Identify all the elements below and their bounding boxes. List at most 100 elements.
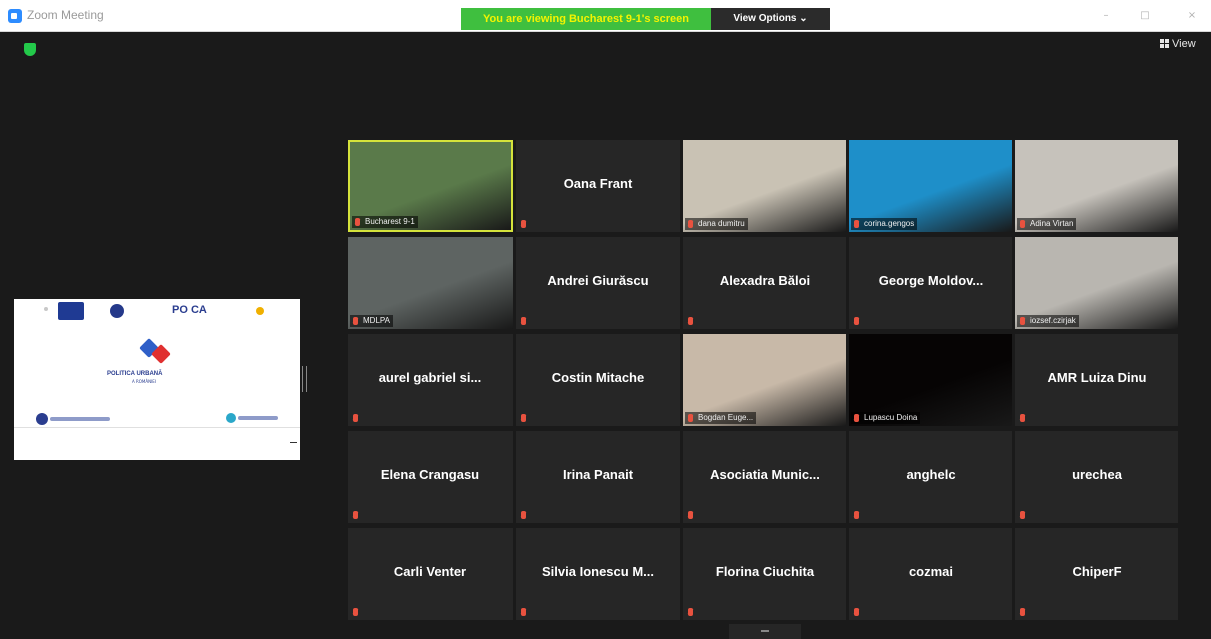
participant-name-label: corina.gengos bbox=[851, 218, 918, 230]
participant-name-text: Bogdan Euge... bbox=[698, 413, 754, 422]
participant-tile[interactable]: Adina Virtan bbox=[1015, 140, 1178, 232]
muted-mic-icon bbox=[1020, 220, 1025, 228]
participant-name-text: Lupascu Doina bbox=[864, 413, 918, 422]
muted-mic-icon bbox=[353, 511, 358, 519]
panel-drag-handle[interactable] bbox=[302, 366, 307, 392]
participant-name-text: dana dumitru bbox=[698, 219, 745, 228]
participant-tile[interactable]: corina.gengos bbox=[849, 140, 1012, 232]
participant-tile[interactable]: Alexadra Băloi bbox=[683, 237, 846, 329]
thumbnail-divider bbox=[14, 427, 300, 428]
muted-mic-icon bbox=[521, 317, 526, 325]
participant-tile[interactable]: cozmai bbox=[849, 528, 1012, 620]
participant-name: Florina Ciuchita bbox=[715, 564, 815, 579]
participant-tile[interactable]: dana dumitru bbox=[683, 140, 846, 232]
participant-name-label: Adina Virtan bbox=[1017, 218, 1077, 230]
participant-tile[interactable]: Bogdan Euge... bbox=[683, 334, 846, 426]
thumbnail-minimize-icon[interactable] bbox=[290, 442, 297, 443]
view-button-label: View bbox=[1172, 38, 1196, 50]
muted-mic-icon bbox=[1020, 511, 1025, 519]
participant-name: cozmai bbox=[908, 564, 954, 579]
participant-tile[interactable]: Elena Crangasu bbox=[348, 431, 513, 523]
participant-tile[interactable]: Lupascu Doina bbox=[849, 334, 1012, 426]
participant-name: Carli Venter bbox=[393, 564, 467, 579]
toolbar-toggle[interactable] bbox=[729, 624, 801, 639]
shared-slide-title: POLITICA URBANĂ bbox=[107, 371, 163, 377]
participant-name: ChiperF bbox=[1072, 564, 1122, 579]
participant-name-label: MDLPA bbox=[350, 315, 393, 327]
participant-name-text: iozsef.czirjak bbox=[1030, 316, 1076, 325]
muted-mic-icon bbox=[1020, 414, 1025, 422]
world-bank-text-icon bbox=[238, 416, 278, 420]
participant-name-text: Bucharest 9-1 bbox=[365, 217, 415, 226]
participant-name: Elena Crangasu bbox=[380, 467, 480, 482]
participant-tile[interactable]: Costin Mitache bbox=[516, 334, 680, 426]
muted-mic-icon bbox=[854, 511, 859, 519]
participant-name: urechea bbox=[1072, 467, 1122, 482]
participant-tile[interactable]: MDLPA bbox=[348, 237, 513, 329]
participant-name: Oana Frant bbox=[563, 176, 633, 191]
participant-tile[interactable]: George Moldov... bbox=[849, 237, 1012, 329]
muted-mic-icon bbox=[355, 218, 360, 226]
participant-name: Costin Mitache bbox=[551, 370, 645, 385]
participant-name: aurel gabriel si... bbox=[378, 370, 482, 385]
participant-tile[interactable]: iozsef.czirjak bbox=[1015, 237, 1178, 329]
participant-tile[interactable]: Irina Panait bbox=[516, 431, 680, 523]
participant-tile[interactable]: anghelc bbox=[849, 431, 1012, 523]
muted-mic-icon bbox=[521, 220, 526, 228]
maximize-icon[interactable]: □ bbox=[1139, 10, 1151, 22]
participant-name-label: dana dumitru bbox=[685, 218, 748, 230]
muted-mic-icon bbox=[688, 511, 693, 519]
participant-tile[interactable]: Carli Venter bbox=[348, 528, 513, 620]
participant-tile[interactable]: aurel gabriel si... bbox=[348, 334, 513, 426]
muted-mic-icon bbox=[688, 608, 693, 616]
world-bank-logo-icon bbox=[226, 413, 236, 423]
muted-mic-icon bbox=[1020, 608, 1025, 616]
close-icon[interactable]: × bbox=[1186, 10, 1198, 22]
participant-name-text: Adina Virtan bbox=[1030, 219, 1074, 228]
participant-tile[interactable]: AMR Luiza Dinu bbox=[1015, 334, 1178, 426]
partner-logo-icon bbox=[256, 307, 264, 315]
participant-tile[interactable]: Silvia Ionescu M... bbox=[516, 528, 680, 620]
ministry-text-icon bbox=[50, 417, 110, 421]
muted-mic-icon bbox=[854, 317, 859, 325]
eu-flag-icon bbox=[58, 302, 84, 320]
participant-tile[interactable]: Andrei Giurăscu bbox=[516, 237, 680, 329]
participant-name: Andrei Giurăscu bbox=[547, 273, 649, 288]
shared-screen-thumbnail[interactable]: PO CA POLITICA URBANĂ A ROMÂNIEI bbox=[14, 299, 300, 460]
participant-name: Irina Panait bbox=[562, 467, 634, 482]
muted-mic-icon bbox=[353, 414, 358, 422]
poca-logo: PO CA bbox=[172, 304, 207, 316]
participant-tile[interactable]: Bucharest 9-1 bbox=[348, 140, 513, 232]
muted-mic-icon bbox=[854, 608, 859, 616]
minimize-icon[interactable]: – bbox=[1100, 10, 1112, 22]
view-button[interactable]: View bbox=[1160, 38, 1196, 50]
grid-icon bbox=[1160, 39, 1169, 48]
window-title: Zoom Meeting bbox=[27, 8, 104, 22]
muted-mic-icon bbox=[688, 220, 693, 228]
government-seal-icon bbox=[110, 304, 124, 318]
dot-icon bbox=[44, 307, 48, 311]
zoom-meeting-window: Zoom Meeting You are viewing Bucharest 9… bbox=[0, 0, 1211, 639]
participant-name-text: MDLPA bbox=[363, 316, 390, 325]
muted-mic-icon bbox=[353, 317, 358, 325]
participant-tile[interactable]: Asociatia Munic... bbox=[683, 431, 846, 523]
muted-mic-icon bbox=[854, 414, 859, 422]
participant-name-label: Bucharest 9-1 bbox=[352, 216, 418, 228]
participant-tile[interactable]: Florina Ciuchita bbox=[683, 528, 846, 620]
muted-mic-icon bbox=[353, 608, 358, 616]
muted-mic-icon bbox=[521, 608, 526, 616]
title-bar: Zoom Meeting You are viewing Bucharest 9… bbox=[0, 0, 1211, 32]
screen-share-banner: You are viewing Bucharest 9-1's screen bbox=[461, 8, 711, 30]
security-shield-icon[interactable] bbox=[24, 43, 36, 56]
shared-slide-subtitle: A ROMÂNIEI bbox=[132, 379, 157, 384]
participant-name-text: corina.gengos bbox=[864, 219, 915, 228]
muted-mic-icon bbox=[521, 414, 526, 422]
participant-name: anghelc bbox=[906, 467, 956, 482]
participant-tile[interactable]: urechea bbox=[1015, 431, 1178, 523]
muted-mic-icon bbox=[854, 220, 859, 228]
view-options-button[interactable]: View Options ⌄ bbox=[711, 8, 830, 30]
participant-tile[interactable]: Oana Frant bbox=[516, 140, 680, 232]
participant-name-label: iozsef.czirjak bbox=[1017, 315, 1079, 327]
muted-mic-icon bbox=[1020, 317, 1025, 325]
participant-tile[interactable]: ChiperF bbox=[1015, 528, 1178, 620]
